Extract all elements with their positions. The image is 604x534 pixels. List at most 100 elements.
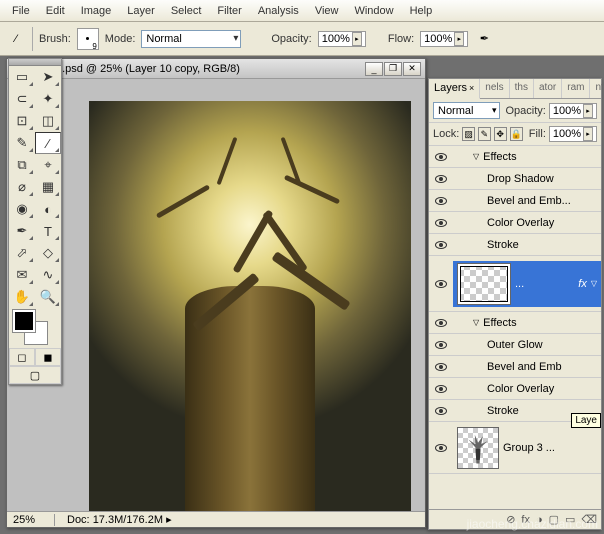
- tab-nels[interactable]: nels: [480, 79, 509, 98]
- type-tool[interactable]: T: [35, 220, 61, 242]
- effect-item[interactable]: Color Overlay: [453, 215, 601, 231]
- notes-tool[interactable]: ✉: [9, 264, 35, 286]
- healing-tool[interactable]: ✎: [9, 132, 35, 154]
- dodge-tool[interactable]: ◐: [35, 198, 61, 220]
- options-bar: ⁄ Brush: 9 Mode: Normal Opacity: 100%▸ F…: [0, 22, 604, 56]
- document-titlebar[interactable]: Ps _tree.psd @ 25% (Layer 10 copy, RGB/8…: [7, 59, 425, 79]
- hand-tool[interactable]: ✋: [9, 286, 35, 308]
- maximize-button[interactable]: ❐: [384, 62, 402, 76]
- visibility-toggle[interactable]: [435, 385, 447, 393]
- visibility-toggle[interactable]: [435, 197, 447, 205]
- menu-filter[interactable]: Filter: [209, 2, 249, 20]
- footer-icon-5[interactable]: ⌫: [581, 513, 597, 526]
- history-brush-tool[interactable]: ⌖: [35, 154, 61, 176]
- menu-layer[interactable]: Layer: [119, 2, 163, 20]
- tool-preset-icon[interactable]: ⁄: [6, 29, 26, 49]
- layer-group[interactable]: Group 3 ...: [453, 425, 601, 471]
- layer-thumbnail[interactable]: [457, 263, 511, 305]
- visibility-toggle[interactable]: [435, 241, 447, 249]
- visibility-toggle[interactable]: [435, 444, 447, 452]
- flow-field[interactable]: 100%▸: [420, 31, 468, 47]
- mode-label: Mode:: [105, 33, 136, 45]
- footer-icon-2[interactable]: ◑: [536, 514, 543, 526]
- zoom-tool[interactable]: 🔍: [35, 286, 61, 308]
- screen-mode-icon[interactable]: ▢: [9, 366, 61, 384]
- zoom-field[interactable]: 25%: [7, 514, 55, 526]
- menu-view[interactable]: View: [307, 2, 347, 20]
- blend-mode-combo[interactable]: Normal: [141, 30, 241, 48]
- lock-all-icon[interactable]: 🔒: [510, 127, 523, 141]
- opacity-label: Opacity:: [271, 33, 311, 45]
- opacity-arrow[interactable]: ▸: [352, 32, 362, 46]
- clone-tool[interactable]: ⧉: [9, 154, 35, 176]
- blur-tool[interactable]: ◉: [9, 198, 35, 220]
- footer-icon-1[interactable]: fx: [521, 514, 530, 526]
- standard-mode-icon[interactable]: ◻: [9, 348, 35, 366]
- slice-tool[interactable]: ◫: [35, 110, 61, 132]
- visibility-toggle[interactable]: [435, 363, 447, 371]
- lock-position-icon[interactable]: ✥: [494, 127, 507, 141]
- flow-arrow[interactable]: ▸: [454, 32, 464, 46]
- visibility-toggle[interactable]: [435, 175, 447, 183]
- visibility-toggle[interactable]: [435, 407, 447, 415]
- menu-window[interactable]: Window: [346, 2, 401, 20]
- menu-image[interactable]: Image: [73, 2, 120, 20]
- menu-help[interactable]: Help: [402, 2, 441, 20]
- layer-thumbnail[interactable]: [457, 427, 499, 469]
- tab-layers[interactable]: Layers×: [429, 79, 480, 99]
- effect-item[interactable]: Bevel and Emb: [453, 359, 601, 375]
- tab-ator[interactable]: ator: [534, 79, 562, 98]
- color-swatches[interactable]: [9, 308, 61, 348]
- visibility-toggle[interactable]: [435, 280, 447, 288]
- visibility-toggle[interactable]: [435, 319, 447, 327]
- eraser-tool[interactable]: ⌀: [9, 176, 35, 198]
- crop-tool[interactable]: ⊡: [9, 110, 35, 132]
- pen-tool[interactable]: ✒: [9, 220, 35, 242]
- magic-wand-tool[interactable]: ✦: [35, 88, 61, 110]
- tooltip: Laye: [571, 413, 601, 428]
- visibility-toggle[interactable]: [435, 153, 447, 161]
- move-tool[interactable]: ➤: [35, 66, 61, 88]
- effect-item[interactable]: Drop Shadow: [453, 171, 601, 187]
- foreground-color[interactable]: [13, 310, 35, 332]
- tab-ths[interactable]: ths: [510, 79, 534, 98]
- lock-transparency-icon[interactable]: ▨: [462, 127, 475, 141]
- marquee-tool[interactable]: ▭: [9, 66, 35, 88]
- layer-fill-field[interactable]: 100%▸: [549, 126, 597, 142]
- effects-header[interactable]: ▽ Effects: [453, 315, 601, 331]
- eyedropper-tool[interactable]: ∿: [35, 264, 61, 286]
- menu-file[interactable]: File: [4, 2, 38, 20]
- footer-icon-3[interactable]: ▢: [549, 513, 559, 526]
- airbrush-icon[interactable]: ✒: [474, 29, 494, 49]
- layer-opacity-field[interactable]: 100%▸: [549, 103, 597, 119]
- gradient-tool[interactable]: ▦: [35, 176, 61, 198]
- effect-item[interactable]: Color Overlay: [453, 381, 601, 397]
- effect-item[interactable]: Stroke: [453, 237, 601, 253]
- layer-selected[interactable]: ...fx▽: [453, 261, 601, 307]
- brush-picker[interactable]: 9: [77, 28, 99, 50]
- footer-icon-0[interactable]: ⊘: [506, 513, 515, 526]
- layer-blend-combo[interactable]: Normal: [433, 102, 500, 119]
- close-button[interactable]: ✕: [403, 62, 421, 76]
- tab-nfo[interactable]: nfo: [590, 79, 604, 98]
- menu-analysis[interactable]: Analysis: [250, 2, 307, 20]
- toolbox-handle[interactable]: [9, 59, 61, 66]
- lock-pixels-icon[interactable]: ✎: [478, 127, 491, 141]
- effect-item[interactable]: Outer Glow: [453, 337, 601, 353]
- lasso-tool[interactable]: ⊂: [9, 88, 35, 110]
- visibility-toggle[interactable]: [435, 219, 447, 227]
- minimize-button[interactable]: _: [365, 62, 383, 76]
- tab-ram[interactable]: ram: [562, 79, 590, 98]
- effects-header[interactable]: ▽ Effects: [453, 149, 601, 165]
- footer-icon-4[interactable]: ▭: [565, 513, 575, 526]
- menu-edit[interactable]: Edit: [38, 2, 73, 20]
- quickmask-mode-icon[interactable]: ◼: [35, 348, 61, 366]
- effect-item[interactable]: Bevel and Emb...: [453, 193, 601, 209]
- menu-select[interactable]: Select: [163, 2, 210, 20]
- path-select-tool[interactable]: ⬀: [9, 242, 35, 264]
- canvas[interactable]: [89, 101, 411, 513]
- shape-tool[interactable]: ◇: [35, 242, 61, 264]
- opacity-field[interactable]: 100%▸: [318, 31, 366, 47]
- brush-tool[interactable]: ⁄: [35, 132, 61, 154]
- visibility-toggle[interactable]: [435, 341, 447, 349]
